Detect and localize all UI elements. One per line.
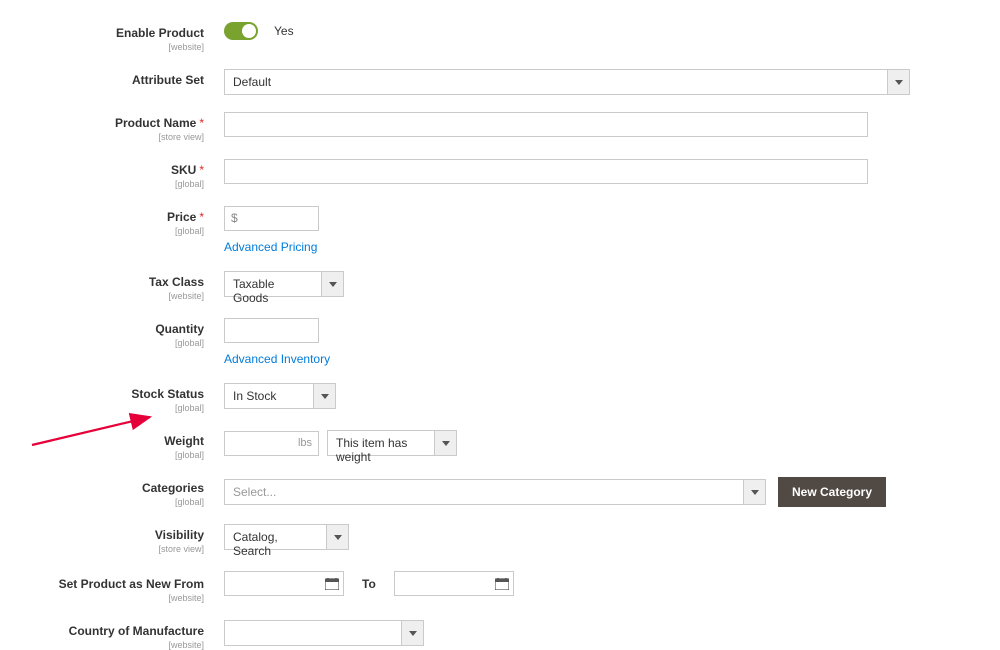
- label-sku: SKU* [global]: [30, 159, 210, 189]
- advanced-pricing-link[interactable]: Advanced Pricing: [224, 240, 317, 254]
- label-visibility: Visibility [store view]: [30, 524, 210, 554]
- weight-type-select[interactable]: This item has weight: [327, 430, 457, 456]
- price-input[interactable]: [224, 206, 319, 231]
- label-quantity: Quantity [global]: [30, 318, 210, 348]
- row-enable-product: Enable Product [website] Yes: [30, 22, 1000, 52]
- row-weight: Weight [global] lbs This item has weight: [30, 430, 1000, 460]
- tax-class-select[interactable]: Taxable Goods: [224, 271, 344, 297]
- row-sku: SKU* [global]: [30, 159, 1000, 189]
- row-tax-class: Tax Class [website] Taxable Goods: [30, 271, 1000, 301]
- price-currency-prefix: [224, 206, 319, 231]
- advanced-inventory-link[interactable]: Advanced Inventory: [224, 352, 330, 366]
- quantity-input[interactable]: [224, 318, 319, 343]
- row-quantity: Quantity [global] Advanced Inventory: [30, 318, 1000, 366]
- label-enable-product: Enable Product [website]: [30, 22, 210, 52]
- chevron-down-icon: [402, 620, 424, 646]
- product-form: Enable Product [website] Yes Attribute S…: [0, 0, 1000, 650]
- categories-select[interactable]: Select...: [224, 479, 766, 505]
- row-price: Price* [global] Advanced Pricing: [30, 206, 1000, 254]
- label-tax-class: Tax Class [website]: [30, 271, 210, 301]
- label-attribute-set: Attribute Set: [30, 69, 210, 87]
- row-product-name: Product Name* [store view]: [30, 112, 1000, 142]
- stock-status-select[interactable]: In Stock: [224, 383, 336, 409]
- row-visibility: Visibility [store view] Catalog, Search: [30, 524, 1000, 554]
- label-new-from: Set Product as New From [website]: [30, 571, 210, 603]
- new-from-date-wrap: [224, 571, 344, 596]
- label-weight: Weight [global]: [30, 430, 210, 460]
- new-to-date-wrap: [394, 571, 514, 596]
- label-categories: Categories [global]: [30, 477, 210, 507]
- label-product-name: Product Name* [store view]: [30, 112, 210, 142]
- weight-input-wrap: lbs: [224, 431, 319, 456]
- row-stock-status: Stock Status [global] In Stock: [30, 383, 1000, 413]
- row-attribute-set: Attribute Set Default: [30, 69, 1000, 95]
- sku-input[interactable]: [224, 159, 868, 184]
- row-categories: Categories [global] Select... New Catego…: [30, 477, 1000, 507]
- new-category-button[interactable]: New Category: [778, 477, 886, 507]
- country-select[interactable]: [224, 620, 424, 646]
- enable-product-toggle[interactable]: [224, 22, 258, 40]
- chevron-down-icon: [744, 479, 766, 505]
- label-price: Price* [global]: [30, 206, 210, 236]
- chevron-down-icon: [327, 524, 349, 550]
- weight-input[interactable]: [224, 431, 319, 456]
- row-country: Country of Manufacture [website]: [30, 620, 1000, 650]
- chevron-down-icon: [888, 69, 910, 95]
- attribute-set-select[interactable]: Default: [224, 69, 910, 95]
- new-to-date-input[interactable]: [394, 571, 514, 596]
- product-name-input[interactable]: [224, 112, 868, 137]
- row-new-from: Set Product as New From [website] To: [30, 571, 1000, 603]
- chevron-down-icon: [322, 271, 344, 297]
- chevron-down-icon: [435, 430, 457, 456]
- visibility-select[interactable]: Catalog, Search: [224, 524, 349, 550]
- new-from-to-label: To: [352, 577, 386, 591]
- chevron-down-icon: [314, 383, 336, 409]
- enable-product-value: Yes: [274, 24, 294, 38]
- label-country: Country of Manufacture [website]: [30, 620, 210, 650]
- new-from-date-input[interactable]: [224, 571, 344, 596]
- label-stock-status: Stock Status [global]: [30, 383, 210, 413]
